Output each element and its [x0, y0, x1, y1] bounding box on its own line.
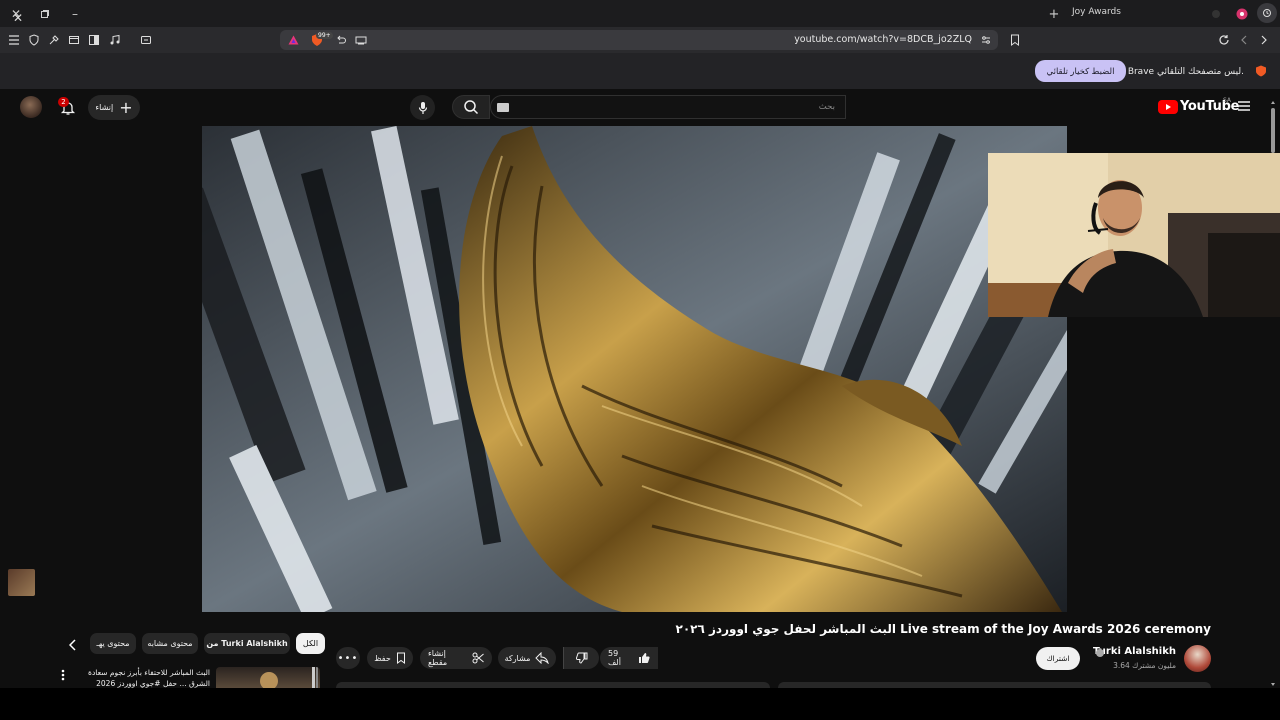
subscribe-button[interactable]: اشتراك: [1036, 647, 1080, 670]
scissors-icon: [472, 652, 484, 664]
video-title: البث المباشر لحفل جوي اووردز ٢٠٢٦ Live s…: [675, 622, 1211, 636]
infobar-message: Brave ليس متصفحك التلقائي.: [1127, 67, 1244, 77]
chevron-left-icon[interactable]: [64, 636, 82, 654]
keyboard-icon[interactable]: [497, 103, 509, 112]
chip-all[interactable]: الكل: [296, 633, 325, 654]
address-bar[interactable]: 99+ youtube.com/watch?v=8DCB_jo2ZLQ: [280, 30, 998, 50]
brave-logo-icon: [1255, 65, 1267, 77]
thumbs-up-icon: [638, 652, 650, 664]
subscriber-count: 3.64 مليون مشترك: [1113, 661, 1176, 670]
voice-search-button[interactable]: [410, 95, 435, 120]
webcam-frame: [988, 153, 1280, 317]
search-button[interactable]: [452, 95, 490, 119]
site-settings-icon[interactable]: [980, 34, 992, 46]
bookmark-icon[interactable]: [1006, 31, 1024, 49]
reload-icon[interactable]: [1215, 31, 1233, 49]
menu-icon[interactable]: [5, 31, 23, 49]
share-page-icon[interactable]: [333, 33, 347, 47]
browser-titlebar: ✕ – + Joy Awards: [0, 0, 1280, 27]
close-icon[interactable]: ✕: [10, 10, 26, 26]
sidebar-icon[interactable]: [85, 31, 103, 49]
shield-counter: 99+: [316, 32, 333, 39]
forward-icon[interactable]: [1235, 31, 1253, 49]
chip-related[interactable]: محتوى مشابه: [142, 633, 198, 654]
guide-menu-icon[interactable]: [1236, 99, 1252, 113]
chip-from-channel[interactable]: من Turki Alalshikh: [204, 633, 290, 654]
verified-icon: [1096, 649, 1104, 657]
more-actions-button[interactable]: •••: [336, 647, 360, 669]
restore-window-icon[interactable]: [36, 5, 54, 23]
clip-button[interactable]: إنشاء مقطع: [420, 647, 492, 669]
share-icon: [535, 652, 550, 664]
dislike-button[interactable]: [563, 647, 599, 669]
share-label: مشاركة: [504, 653, 531, 663]
video-frame: [202, 126, 1067, 612]
channel-name[interactable]: Turki Alalshikh: [1093, 646, 1176, 657]
page-scrollbar[interactable]: [1270, 100, 1276, 690]
tab-favicon-icon: [1233, 5, 1251, 23]
webcam-overlay: [988, 153, 1280, 317]
notification-badge: 2: [58, 97, 69, 107]
recommendation-thumbnail[interactable]: [216, 667, 320, 688]
extensions-icon[interactable]: [45, 31, 63, 49]
minimize-window-icon[interactable]: –: [66, 5, 84, 23]
create-button[interactable]: إنشاء +: [88, 95, 140, 120]
tab-menu-icon[interactable]: [1257, 3, 1277, 23]
youtube-logo-icon[interactable]: [1158, 97, 1178, 117]
search-input[interactable]: بحث: [490, 95, 846, 119]
tab-title[interactable]: Joy Awards: [1072, 7, 1121, 17]
like-count: 59 ألف: [608, 649, 621, 667]
new-tab-icon[interactable]: +: [1045, 5, 1063, 23]
create-label: إنشاء: [95, 103, 114, 112]
save-label: حفظ: [374, 653, 391, 663]
share-button[interactable]: مشاركة: [498, 647, 556, 669]
video-player[interactable]: [202, 126, 1067, 612]
chip-more[interactable]: محتوى يهـ: [90, 633, 136, 654]
channel-avatar[interactable]: [1184, 645, 1211, 672]
search-icon: [464, 100, 479, 115]
search-placeholder: بحث: [818, 102, 835, 112]
more-vert-icon[interactable]: [58, 668, 68, 682]
thumbs-down-icon: [575, 652, 588, 664]
wallet-icon[interactable]: [137, 31, 155, 49]
tabs-icon[interactable]: [65, 31, 83, 49]
save-button[interactable]: حفظ: [367, 647, 413, 669]
shield-icon[interactable]: [25, 31, 43, 49]
like-button[interactable]: 59 ألف: [600, 647, 658, 669]
bookmark-save-icon: [396, 652, 406, 664]
mic-icon: [418, 101, 427, 114]
reader-mode-icon[interactable]: [354, 33, 368, 47]
scrollbar-thumb[interactable]: [1271, 108, 1275, 153]
plus-icon: +: [119, 97, 133, 117]
region-code: SA: [1223, 97, 1232, 104]
url-text[interactable]: youtube.com/watch?v=8DCB_jo2ZLQ: [794, 34, 972, 45]
recommendation-title[interactable]: البث المباشر للاحتفاء بأبرز نجوم سعادة ا…: [80, 667, 210, 689]
clip-label: إنشاء مقطع: [428, 649, 448, 667]
mini-thumbnail[interactable]: [8, 569, 35, 596]
avatar[interactable]: [20, 96, 42, 118]
bottom-edge: [0, 688, 1280, 720]
music-icon[interactable]: [106, 31, 124, 49]
more-horiz-icon: •••: [337, 652, 359, 664]
tab-audio-icon[interactable]: [1207, 5, 1225, 23]
set-default-button[interactable]: الضبط كخيار تلقائي: [1035, 60, 1126, 82]
brave-rewards-icon[interactable]: [287, 34, 299, 46]
back-icon[interactable]: [1255, 31, 1273, 49]
